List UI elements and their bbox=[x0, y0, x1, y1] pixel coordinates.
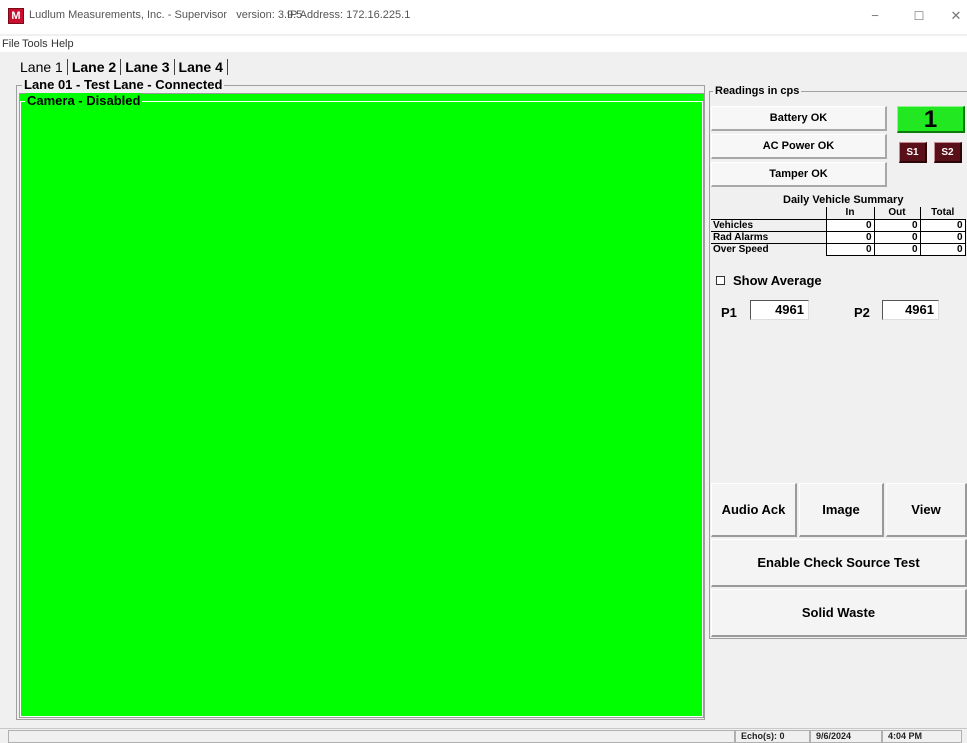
summary-header-in: In bbox=[825, 207, 874, 219]
rad-alarms-total: 0 bbox=[919, 230, 966, 244]
summary-header-blank bbox=[711, 207, 826, 219]
over-speed-in: 0 bbox=[825, 242, 875, 256]
row-label-over-speed: Over Speed bbox=[711, 242, 826, 255]
battery-status-button[interactable]: Battery OK bbox=[711, 106, 887, 131]
lane-group-title: Lane 01 - Test Lane - Connected bbox=[22, 77, 225, 92]
view-button[interactable]: View bbox=[886, 483, 967, 537]
image-button[interactable]: Image bbox=[799, 483, 884, 537]
show-average-checkbox[interactable]: Show Average bbox=[716, 273, 822, 288]
table-row: Vehicles 0 0 0 bbox=[711, 218, 966, 232]
camera-title: Camera - Disabled bbox=[25, 93, 143, 108]
check-source-test-button[interactable]: Enable Check Source Test bbox=[711, 539, 967, 587]
over-speed-total: 0 bbox=[919, 242, 966, 256]
s1-button[interactable]: S1 bbox=[899, 142, 927, 163]
vehicles-out: 0 bbox=[873, 218, 921, 232]
menu-bar: File Tools Help bbox=[0, 36, 967, 52]
summary-header-total: Total bbox=[919, 207, 965, 219]
rad-alarms-out: 0 bbox=[873, 230, 921, 244]
maximize-icon[interactable]: ☐ bbox=[904, 5, 934, 27]
table-row: Over Speed 0 0 0 bbox=[711, 242, 966, 256]
camera-frame bbox=[20, 101, 703, 717]
p2-label: P2 bbox=[854, 305, 870, 320]
date-status: 9/6/2024 bbox=[810, 730, 882, 743]
echo-status: Echo(s): 0 bbox=[735, 730, 810, 743]
checkbox-icon[interactable] bbox=[716, 276, 725, 285]
app-logo-icon: M bbox=[8, 8, 24, 24]
vehicles-in: 0 bbox=[825, 218, 875, 232]
supervisor-window: M Ludlum Measurements, Inc. - Supervisor… bbox=[0, 0, 967, 743]
menu-tools[interactable]: Tools bbox=[22, 38, 48, 50]
row-label-rad-alarms: Rad Alarms bbox=[711, 230, 826, 243]
minimize-icon[interactable]: − bbox=[860, 5, 890, 27]
summary-table: In Out Total Vehicles 0 0 0 Rad Alarms 0… bbox=[711, 207, 966, 256]
summary-header-out: Out bbox=[873, 207, 920, 219]
table-row: Rad Alarms 0 0 0 bbox=[711, 230, 966, 244]
time-status: 4:04 PM bbox=[882, 730, 962, 743]
title-bar: M Ludlum Measurements, Inc. - Supervisor… bbox=[0, 0, 967, 34]
over-speed-out: 0 bbox=[873, 242, 921, 256]
window-title: Ludlum Measurements, Inc. - Supervisor v… bbox=[29, 9, 303, 21]
row-label-vehicles: Vehicles bbox=[711, 218, 826, 231]
s2-button[interactable]: S2 bbox=[934, 142, 962, 163]
menu-file[interactable]: File bbox=[2, 38, 20, 50]
ip-address: IP Address: 172.16.225.1 bbox=[287, 9, 411, 21]
close-icon[interactable]: ✕ bbox=[941, 5, 967, 27]
vehicles-total: 0 bbox=[919, 218, 966, 232]
status-message bbox=[8, 730, 735, 743]
tamper-status-button[interactable]: Tamper OK bbox=[711, 162, 887, 187]
summary-title: Daily Vehicle Summary bbox=[783, 194, 904, 206]
tab-lane-1[interactable]: Lane 1 bbox=[20, 59, 68, 75]
show-average-label: Show Average bbox=[733, 273, 822, 288]
menu-help[interactable]: Help bbox=[51, 38, 74, 50]
tab-lane-4[interactable]: Lane 4 bbox=[175, 59, 228, 75]
p1-label: P1 bbox=[721, 305, 737, 320]
tab-lane-2[interactable]: Lane 2 bbox=[68, 59, 122, 75]
ac-power-status-button[interactable]: AC Power OK bbox=[711, 134, 887, 159]
rad-alarms-in: 0 bbox=[825, 230, 875, 244]
p1-value: 4961 bbox=[750, 300, 809, 320]
p2-value: 4961 bbox=[882, 300, 939, 320]
vehicle-count-indicator: 1 bbox=[897, 106, 965, 133]
audio-ack-button[interactable]: Audio Ack bbox=[711, 483, 797, 537]
solid-waste-button[interactable]: Solid Waste bbox=[711, 589, 967, 637]
readings-title: Readings in cps bbox=[713, 85, 802, 97]
lane-tabs: Lane 1 Lane 2 Lane 3 Lane 4 bbox=[20, 59, 228, 75]
tab-lane-3[interactable]: Lane 3 bbox=[121, 59, 175, 75]
